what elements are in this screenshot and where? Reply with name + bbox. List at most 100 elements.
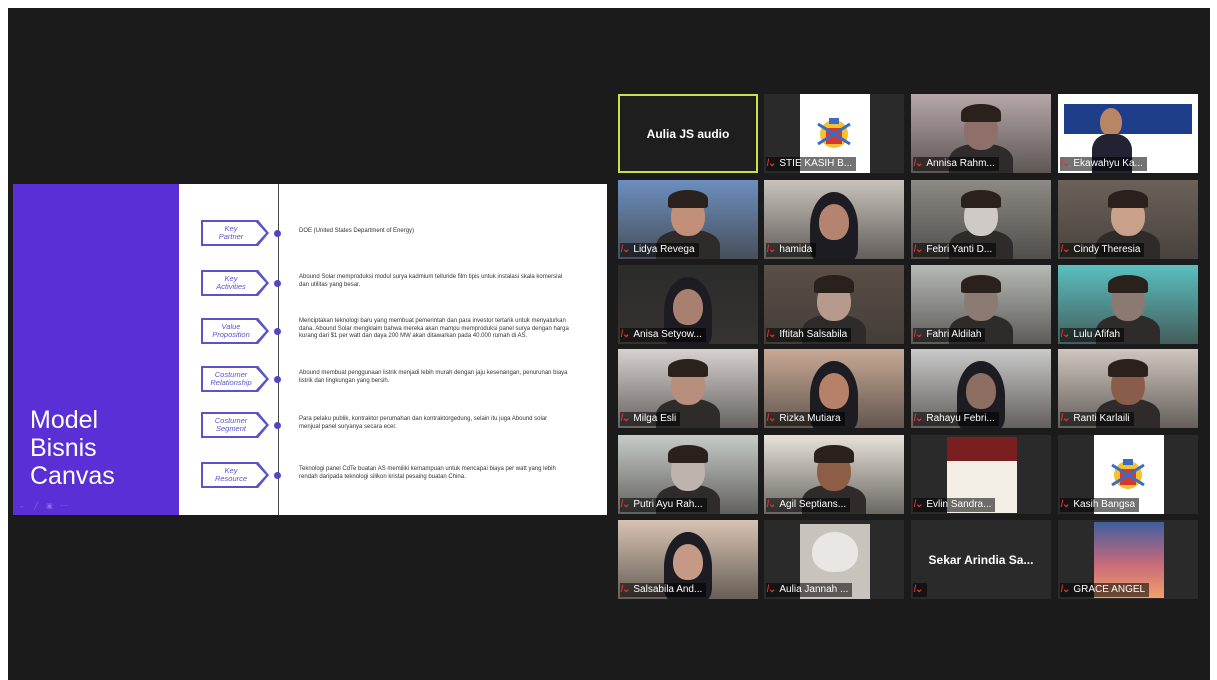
participant-label: ̸⌄ GRACE ANGEL: [1060, 583, 1150, 597]
canvas-tag: Key Partner: [203, 222, 266, 244]
canvas-text: Menciptakan teknologi baru yang membuat …: [299, 318, 569, 339]
participant-tile[interactable]: ̸⌄ Lulu Afifah: [1058, 265, 1198, 344]
slide-banner: [1064, 104, 1192, 134]
hair-shape: [1108, 275, 1148, 293]
hair-shape: [961, 275, 1001, 293]
mic-muted-icon[interactable]: ̸⌄: [622, 583, 630, 597]
mic-muted-icon[interactable]: ̸⌄: [1062, 498, 1070, 512]
participant-tile[interactable]: ̸⌄ Ekawahyu Ka...: [1058, 94, 1198, 173]
participant-name: GRACE ANGEL: [1073, 584, 1146, 595]
mic-muted-icon[interactable]: ̸⌄: [1062, 583, 1070, 597]
participant-tile[interactable]: ̸⌄ Rizka Mutiara: [764, 349, 904, 428]
face-shape: [1100, 108, 1122, 136]
participant-name-large: Aulia JS audio: [646, 126, 730, 141]
hair-shape: [668, 190, 708, 208]
participant-name: Milga Esli: [633, 413, 677, 424]
cartoon-face-shape: [812, 532, 858, 572]
participant-tile[interactable]: ̸⌄ STIE KASIH B...: [764, 94, 904, 173]
hair-shape: [1108, 190, 1148, 208]
hair-shape: [1108, 359, 1148, 377]
participant-tile[interactable]: ̸⌄ Febri Yanti D...: [911, 180, 1051, 259]
participant-tile[interactable]: ̸⌄ Anisa Setyow...: [618, 265, 758, 344]
hair-shape: [961, 104, 1001, 122]
canvas-timeline: Key Partner DOE (United States Departmen…: [179, 184, 607, 515]
mic-muted-icon[interactable]: ̸⌄: [768, 412, 776, 426]
timeline-dot: [274, 328, 281, 335]
mic-muted-icon[interactable]: ̸⌄: [915, 498, 923, 512]
participant-name: Lidya Revega: [633, 244, 695, 255]
canvas-text: Abound membuat penggunaan listrik menjad…: [299, 370, 568, 384]
mic-muted-icon[interactable]: ̸⌄: [1062, 243, 1070, 257]
participant-tile[interactable]: ̸⌄ Salsabila And...: [618, 520, 758, 599]
participant-tile[interactable]: ̸⌄ Annisa Rahm...: [911, 94, 1051, 173]
participant-label: ̸⌄ Aulia Jannah ...: [766, 583, 853, 597]
mic-muted-icon[interactable]: ̸⌄: [915, 412, 923, 426]
mic-muted-icon[interactable]: ̸⌄: [915, 243, 923, 257]
participant-tile[interactable]: Sekar Arindia Sa...̸⌄: [911, 520, 1051, 599]
participant-name: Putri Ayu Rah...: [633, 499, 703, 510]
participant-tile[interactable]: ̸⌄ Kasih Bangsa: [1058, 435, 1198, 514]
mic-muted-icon[interactable]: ̸⌄: [915, 157, 923, 171]
participant-name: Fahri Aldilah: [926, 329, 982, 340]
participant-label: ̸⌄ Ranti Karlaili: [1060, 412, 1134, 426]
participant-tile[interactable]: ̸⌄ Ranti Karlaili: [1058, 349, 1198, 428]
participant-label: ̸⌄ Kasih Bangsa: [1060, 498, 1140, 512]
canvas-text: Abound Solar memproduksi modul surya kad…: [299, 274, 563, 288]
mic-muted-icon[interactable]: ̸⌄: [768, 328, 776, 342]
slide-controls-icon[interactable]: ← ╱ ▣ ⋯: [19, 502, 71, 510]
mic-muted-icon[interactable]: ̸⌄: [768, 157, 776, 171]
participant-label: ̸⌄ Lidya Revega: [620, 243, 699, 257]
participant-name: Iftitah Salsabila: [779, 329, 848, 340]
participant-label: ̸⌄: [913, 583, 928, 597]
participant-label: ̸⌄ Febri Yanti D...: [913, 243, 997, 257]
mic-muted-icon[interactable]: ̸⌄: [768, 583, 776, 597]
timeline-dot: [274, 376, 281, 383]
participant-label: ̸⌄ Salsabila And...: [620, 583, 707, 597]
mic-muted-icon[interactable]: ̸⌄: [915, 328, 923, 342]
timeline-dot: [274, 422, 281, 429]
mic-muted-icon[interactable]: ̸⌄: [622, 328, 630, 342]
mic-muted-icon[interactable]: ̸⌄: [915, 583, 923, 597]
mic-muted-icon[interactable]: ̸⌄: [1062, 157, 1070, 171]
canvas-tag: Costumer Segment: [203, 414, 266, 436]
mic-muted-icon[interactable]: ̸⌄: [1062, 328, 1070, 342]
participant-label: ̸⌄ Rahayu Febri...: [913, 412, 999, 426]
face-shape: [966, 373, 996, 409]
participant-tile[interactable]: ̸⌄ Evlin Sandra...: [911, 435, 1051, 514]
mic-muted-icon[interactable]: ̸⌄: [768, 243, 776, 257]
mic-muted-icon[interactable]: ̸⌄: [622, 412, 630, 426]
canvas-text: Para pelaku publik, kontraktor perumahan…: [299, 416, 548, 430]
participant-label: ̸⌄ Putri Ayu Rah...: [620, 498, 707, 512]
participant-tile[interactable]: ̸⌄ Putri Ayu Rah...: [618, 435, 758, 514]
mic-muted-icon[interactable]: ̸⌄: [622, 243, 630, 257]
participant-tile[interactable]: ̸⌄ GRACE ANGEL: [1058, 520, 1198, 599]
participant-name: STIE KASIH B...: [779, 158, 853, 169]
participant-label: ̸⌄ hamida: [766, 243, 817, 257]
hair-shape: [814, 275, 854, 293]
mic-muted-icon[interactable]: ̸⌄: [1062, 412, 1070, 426]
participant-tile[interactable]: ̸⌄ Lidya Revega: [618, 180, 758, 259]
hair-shape: [814, 445, 854, 463]
participant-tile[interactable]: ̸⌄ Rahayu Febri...: [911, 349, 1051, 428]
participant-tile[interactable]: ̸⌄ Cindy Theresia: [1058, 180, 1198, 259]
participant-label: ̸⌄ Lulu Afifah: [1060, 328, 1125, 342]
participant-tile[interactable]: ̸⌄ Fahri Aldilah: [911, 265, 1051, 344]
kasih-bangsa-logo-icon: [817, 117, 851, 148]
participant-tile[interactable]: ̸⌄ Agil Septians...: [764, 435, 904, 514]
face-shape: [819, 204, 849, 240]
participant-tile[interactable]: ̸⌄ hamida: [764, 180, 904, 259]
participant-tile[interactable]: ̸⌄ Iftitah Salsabila: [764, 265, 904, 344]
participant-tile[interactable]: ̸⌄ Milga Esli: [618, 349, 758, 428]
canvas-tag: Value Proposition: [203, 320, 266, 342]
slide-title-panel: Model Bisnis Canvas ← ╱ ▣ ⋯: [13, 184, 179, 515]
participant-label: ̸⌄ Fahri Aldilah: [913, 328, 986, 342]
participant-tile[interactable]: ̸⌄ Aulia Jannah ...: [764, 520, 904, 599]
participant-name: Anisa Setyow...: [633, 329, 702, 340]
participant-name: Cindy Theresia: [1073, 244, 1141, 255]
face-shape: [673, 544, 703, 580]
participant-tile[interactable]: Aulia JS audio: [618, 94, 758, 173]
participant-name: hamida: [779, 244, 813, 255]
mic-muted-icon[interactable]: ̸⌄: [622, 498, 630, 512]
canvas-tag: Costumer Relationship: [203, 368, 266, 390]
mic-muted-icon[interactable]: ̸⌄: [768, 498, 776, 512]
